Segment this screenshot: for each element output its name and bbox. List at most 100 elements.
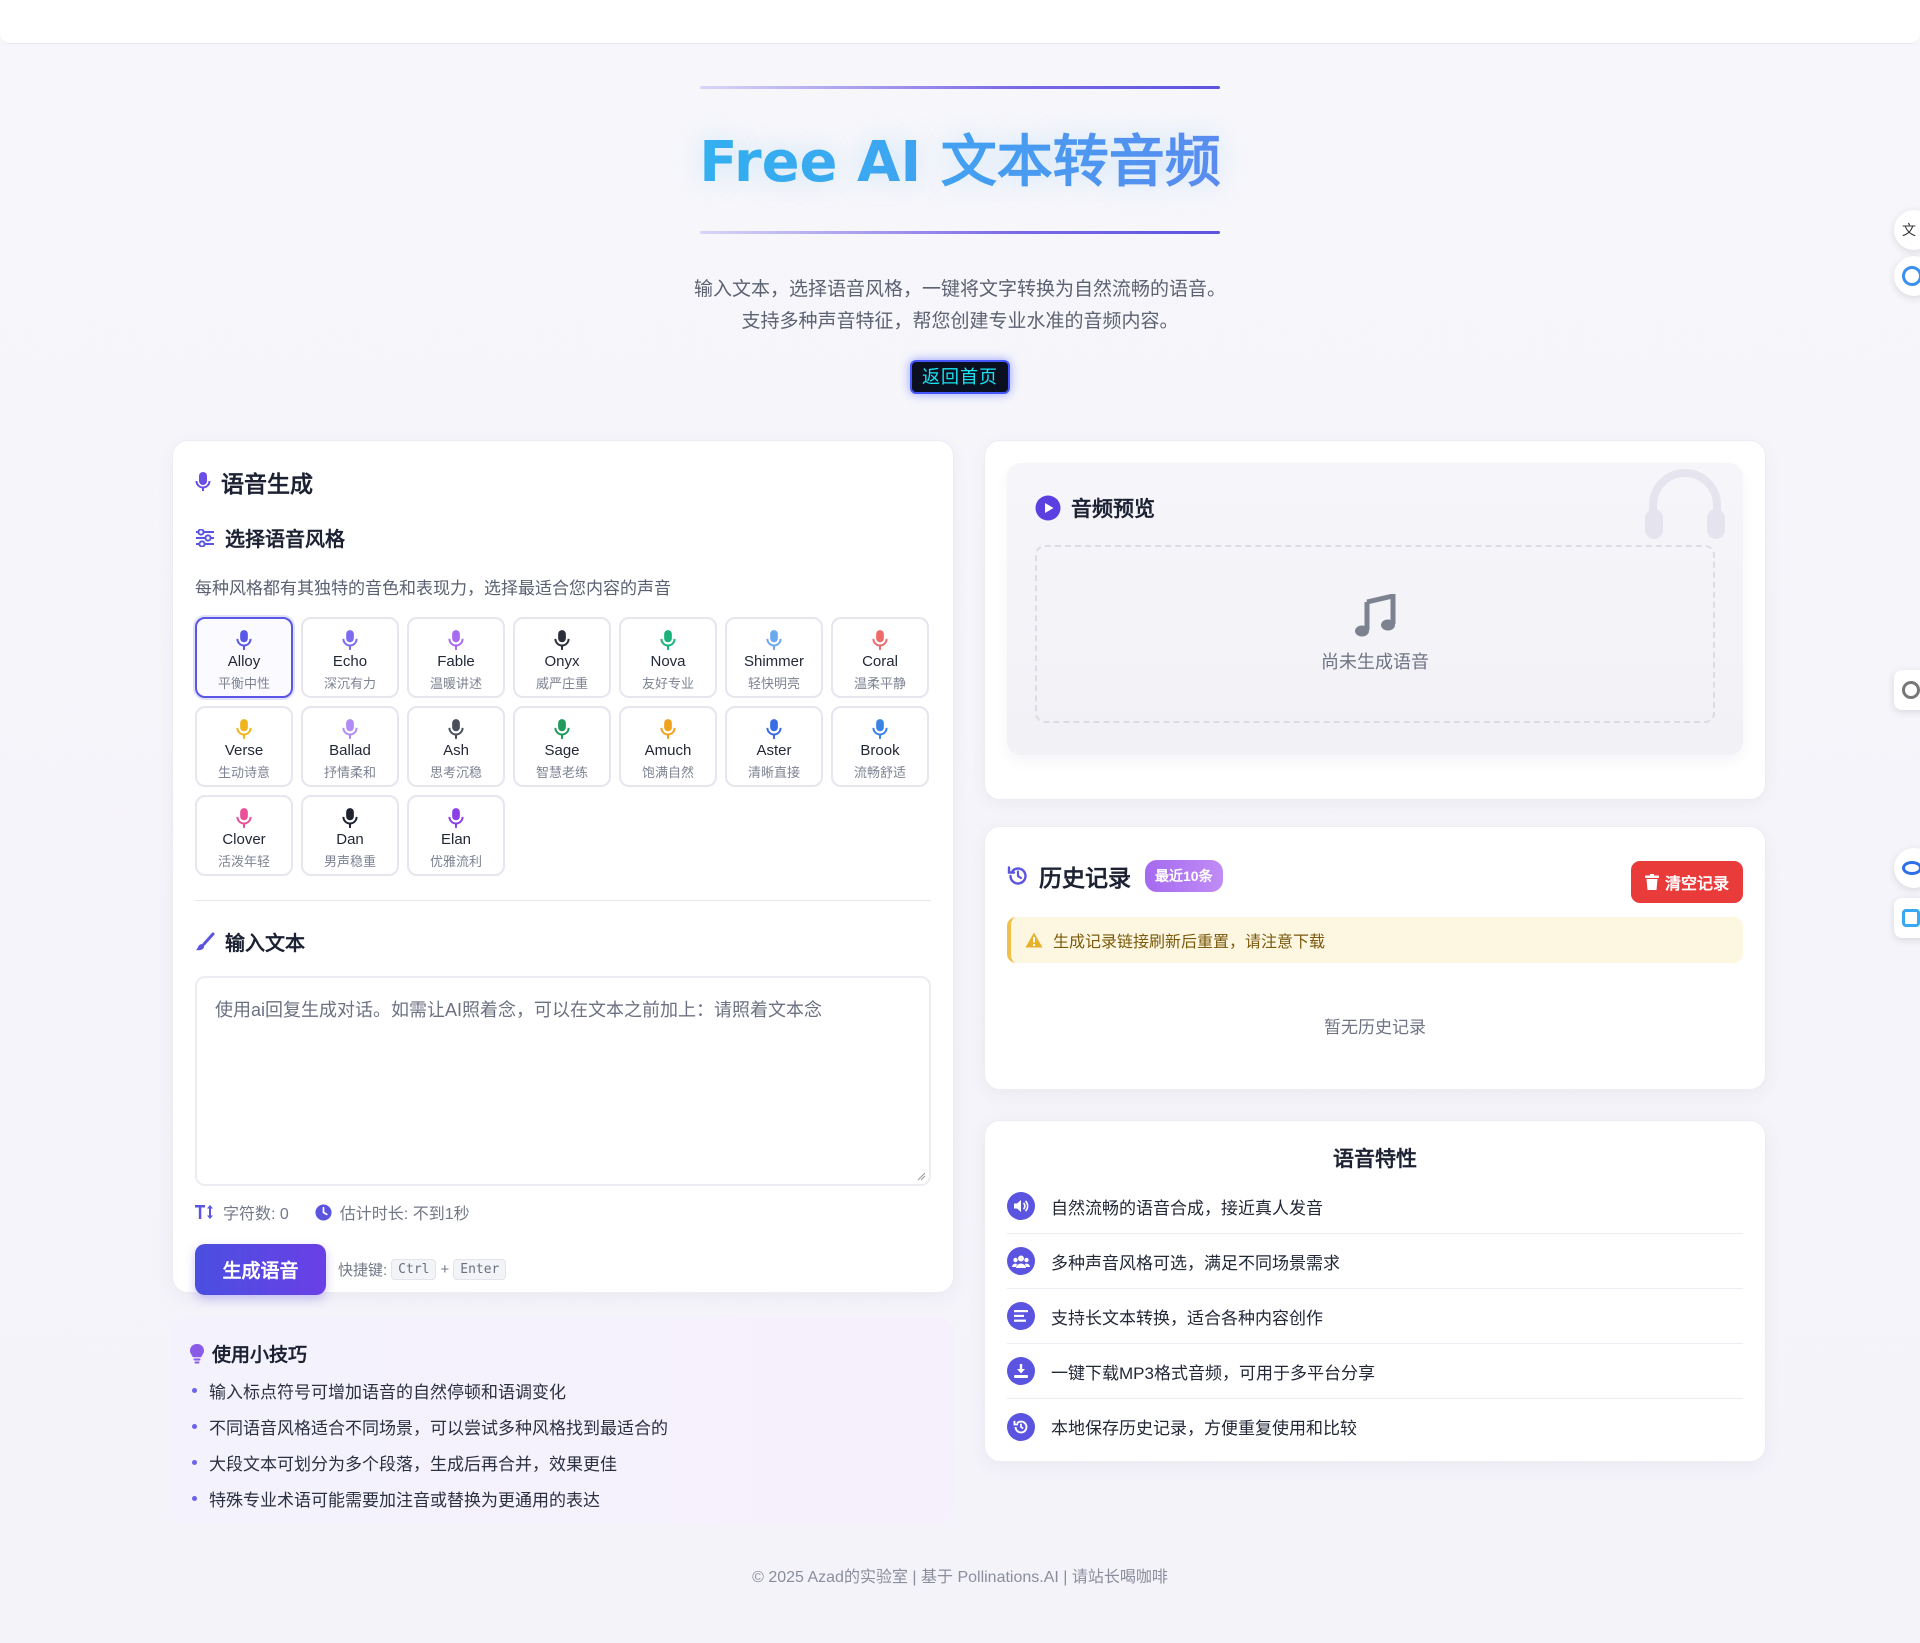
screenshot-widget-icon[interactable] [1894,898,1920,938]
voice-option-echo[interactable]: Echo 深沉有力 [301,617,399,698]
voice-name: Amuch [644,742,692,759]
voice-name: Clover [222,831,266,848]
headphones-icon [1645,469,1725,539]
tips-label: 使用小技巧 [212,1345,308,1366]
voice-name: Onyx [544,653,580,670]
voice-option-fable[interactable]: Fable 温暖讲述 [407,617,505,698]
generate-button[interactable]: 生成语音 [195,1244,326,1295]
history-empty-text: 暂无历史记录 [1324,1018,1426,1037]
hero-bottom-rule [700,231,1220,234]
brush-icon [196,932,215,950]
estimated-time-stat: 估计时长: 不到1秒 [315,1200,470,1224]
voice-option-aster[interactable]: Aster 清晰直接 [725,706,823,787]
voice-generation-title: 语音生成 [195,465,931,499]
microphone-icon [660,719,676,739]
hero-subtitle-line1: 输入文本，选择语音风格，一键将文字转换为自然流畅的语音。 [693,279,1226,300]
microphone-icon [448,719,464,739]
hero-section: Free AI 文本转音频 输入文本，选择语音风格，一键将文字转换为自然流畅的语… [0,86,1920,394]
bullet-icon [192,1424,197,1429]
microphone-icon [236,719,252,739]
voice-description: 优雅流利 [429,854,482,869]
history-badge: 最近10条 [1145,860,1223,892]
input-text-label: 输入文本 [225,933,305,955]
voice-description: 抒情柔和 [323,765,376,780]
assistant-glyph-icon [1902,266,1920,286]
feature-text: 自然流畅的语音合成，接近真人发音 [1051,1198,1323,1218]
voice-name: Ash [443,742,469,759]
screenshot-glyph-icon [1902,909,1920,927]
voice-option-dan[interactable]: Dan 男声稳重 [301,795,399,876]
resize-grip-icon[interactable] [916,1171,926,1181]
home-button[interactable]: 返回首页 [910,360,1010,394]
history-card: 历史记录 最近10条 清空记录 生成记录链接刷新后重置，请注意下载 暂无历史记录 [984,826,1766,1090]
audio-preview-label: 音频预览 [1071,498,1155,521]
tips-card: 使用小技巧 输入标点符号可增加语音的自然停顿和语调变化 不同语音风格适合不同场景… [172,1318,954,1523]
voice-generation-card: 语音生成 选择语音风格 每种风格都有其独特的音色和表现力，选择最适合您内容的声音… [172,440,954,1295]
microphone-icon [342,719,358,739]
features-list: 自然流畅的语音合成，接近真人发音 多种声音风格可选，满足不同场景需求 支持长文本… [1007,1179,1743,1454]
clear-history-button[interactable]: 清空记录 [1630,861,1743,903]
divider [195,900,931,901]
microphone-icon [342,630,358,650]
voice-option-ash[interactable]: Ash 思考沉稳 [407,706,505,787]
trash-icon [1644,874,1659,890]
microphone-icon [195,472,211,491]
footer: © 2025 Azad的实验室 | 基于 Pollinations.AI | 请… [752,1569,1168,1586]
voice-option-onyx[interactable]: Onyx 威严庄重 [513,617,611,698]
voice-option-nova[interactable]: Nova 友好专业 [619,617,717,698]
voice-description: 思考沉稳 [429,765,482,780]
features-title: 语音特性 [1333,1148,1417,1171]
microphone-icon [872,630,888,650]
voice-description: 威严庄重 [535,676,588,691]
lightbulb-icon [190,1343,204,1363]
voice-option-brook[interactable]: Brook 流畅舒适 [831,706,929,787]
planet-widget-icon[interactable] [1894,848,1920,888]
text-input[interactable]: 使用ai回复生成对话。如需让AI照着念，可以在文本之前加上：请照着文本念 [195,976,931,1186]
feature-item: 自然流畅的语音合成，接近真人发音 [1007,1179,1743,1234]
warning-icon [1025,932,1043,948]
download-icon [1007,1357,1035,1385]
voice-name: Fable [437,653,475,670]
audio-empty-text: 尚未生成语音 [1321,652,1429,672]
voice-option-verse[interactable]: Verse 生动诗意 [195,706,293,787]
translate-glyph-icon: 文 [1902,222,1916,238]
voice-option-coral[interactable]: Coral 温柔平静 [831,617,929,698]
voice-option-alloy[interactable]: Alloy 平衡中性 [195,617,293,698]
feature-text: 多种声音风格可选，满足不同场景需求 [1051,1253,1340,1273]
tip-text: 大段文本可划分为多个段落，生成后再合并，效果更佳 [209,1455,617,1474]
microphone-icon [236,630,252,650]
tip-item: 大段文本可划分为多个段落，生成后再合并，效果更佳 [190,1450,936,1475]
feature-item: 本地保存历史记录，方便重复使用和比较 [1007,1399,1743,1454]
microphone-icon [342,808,358,828]
voice-description: 流畅舒适 [853,765,906,780]
history-warning-text: 生成记录链接刷新后重置，请注意下载 [1053,934,1326,951]
microphone-icon [766,630,782,650]
voice-description: 活泼年轻 [217,854,270,869]
voice-name: Shimmer [743,653,804,670]
shortcut-hint: 快捷键: Ctrl + Enter [338,1259,507,1280]
voice-option-shimmer[interactable]: Shimmer 轻快明亮 [725,617,823,698]
feature-text: 本地保存历史记录，方便重复使用和比较 [1051,1419,1357,1438]
voice-style-title: 选择语音风格 [195,523,931,552]
voice-name: Aster [756,742,792,759]
bullet-icon [192,1388,197,1393]
input-text-title: 输入文本 [195,927,931,956]
voice-option-elan[interactable]: Elan 优雅流利 [407,795,505,876]
voice-description: 平衡中性 [217,676,270,691]
voice-description: 饱满自然 [641,765,694,780]
side-tool-icon[interactable] [1894,670,1920,710]
microphone-icon [766,719,782,739]
voice-option-clover[interactable]: Clover 活泼年轻 [195,795,293,876]
microphone-icon [872,719,888,739]
shortcut-label: 快捷键: [338,1262,388,1279]
feature-text: 支持长文本转换，适合各种内容创作 [1051,1308,1323,1328]
voice-style-description: 每种风格都有其独特的音色和表现力，选择最适合您内容的声音 [195,579,671,598]
feature-text: 一键下载MP3格式音频，可用于多平台分享 [1051,1363,1375,1383]
voice-name: Elan [440,831,472,848]
voice-option-amuch[interactable]: Amuch 饱满自然 [619,706,717,787]
page-title: Free AI 文本转音频 [0,115,1920,211]
audio-preview-title: 音频预览 [1035,493,1715,523]
music-note-icon [1355,594,1396,637]
voice-option-sage[interactable]: Sage 智慧老练 [513,706,611,787]
voice-option-ballad[interactable]: Ballad 抒情柔和 [301,706,399,787]
